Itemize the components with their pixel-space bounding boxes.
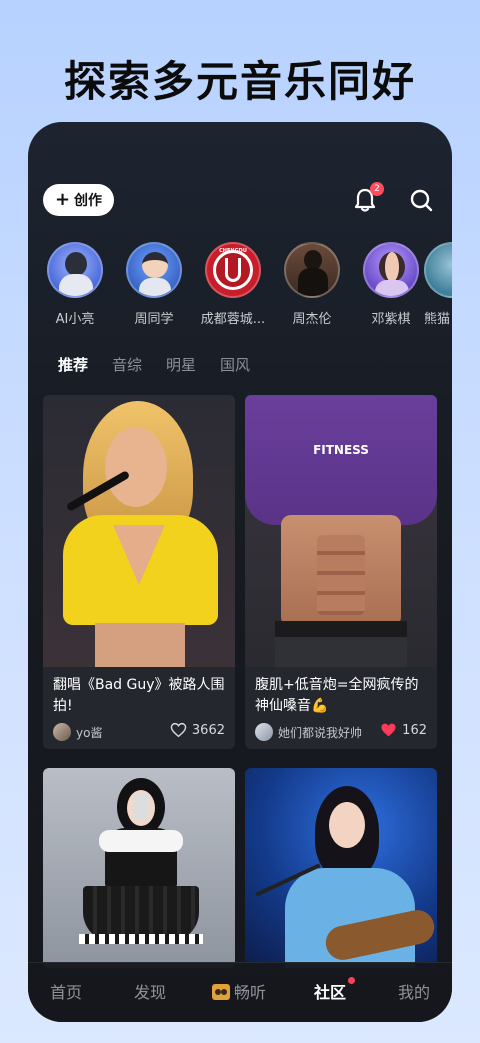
search-icon: [410, 189, 433, 212]
nav-mine[interactable]: 我的: [398, 979, 430, 1003]
tab-variety[interactable]: 音综: [112, 354, 142, 378]
nav-home[interactable]: 首页: [50, 979, 82, 1003]
post-title: 腹肌+低音炮=全网疯传的神仙嗓音💪: [255, 677, 419, 714]
avatar-item[interactable]: 邓紫棋: [351, 242, 431, 327]
bottom-nav: 首页 发现 畅听 社区 我的: [28, 962, 452, 1022]
avatar: [363, 242, 419, 298]
tab-recommend[interactable]: 推荐: [58, 354, 88, 378]
author-name: 她们都说我好帅: [278, 725, 363, 740]
avatar: [47, 242, 103, 298]
avatar-label: 熊猫: [424, 312, 451, 327]
post-card[interactable]: [245, 768, 437, 968]
post-card[interactable]: [43, 768, 235, 968]
avatar: [284, 242, 340, 298]
author-name: yo酱: [76, 725, 103, 740]
search-button[interactable]: [408, 186, 434, 214]
avatar-item[interactable]: 熊猫: [424, 242, 452, 327]
like-count: 3662: [191, 722, 225, 738]
avatar-label: AI小亮: [55, 312, 95, 327]
heart-outline-icon: [170, 722, 187, 738]
post-author[interactable]: yo酱: [53, 723, 102, 741]
author-avatar: [255, 723, 273, 741]
create-button[interactable]: + 创作: [43, 184, 114, 216]
logo-text: CHENGDU: [219, 248, 247, 254]
like-button[interactable]: 3662: [170, 722, 225, 738]
create-label: 创作: [74, 193, 103, 209]
top-bar: + 创作 2: [43, 182, 434, 216]
plus-icon: +: [54, 189, 71, 210]
notification-bell-icon[interactable]: 2: [352, 182, 384, 214]
tab-celebrity[interactable]: 明星: [166, 354, 196, 378]
avatar: [126, 242, 182, 298]
author-avatar: [53, 723, 71, 741]
community-dot: [348, 977, 355, 984]
post-meta: 她们都说我好帅 162: [245, 717, 437, 749]
phone-screen: + 创作 2 AI小亮 周同学 CHENGDU 成都蓉城... 周杰伦 邓紫棋 …: [28, 122, 452, 1022]
post-card[interactable]: 翻唱《Bad Guy》被路人围拍! yo酱 3662: [43, 395, 235, 749]
headline: 探索多元音乐同好: [63, 57, 416, 106]
post-meta: yo酱 3662: [43, 717, 235, 749]
post-image: FITNESS: [245, 395, 437, 667]
avatar-label: 周同学: [134, 312, 174, 327]
nav-listen-label: 畅听: [234, 983, 267, 1002]
like-count: 162: [402, 722, 427, 738]
post-title: 翻唱《Bad Guy》被路人围拍!: [53, 677, 225, 714]
avatar: [424, 242, 452, 298]
category-tabs: 推荐 音综 明星 国风: [58, 354, 250, 378]
post-card[interactable]: FITNESS 腹肌+低音炮=全网疯传的神仙嗓音💪 她们都说我好帅 162: [245, 395, 437, 749]
notification-badge: 2: [370, 182, 384, 196]
avatar: CHENGDU: [205, 242, 261, 298]
heart-filled-icon: [381, 723, 396, 737]
avatar-item[interactable]: 周同学: [114, 242, 194, 327]
tab-guofeng[interactable]: 国风: [220, 354, 250, 378]
avatar-label: 邓紫棋: [371, 312, 411, 327]
post-image: [43, 395, 235, 667]
avatar-row: AI小亮 周同学 CHENGDU 成都蓉城... 周杰伦 邓紫棋 熊猫: [28, 242, 452, 332]
like-button[interactable]: 162: [380, 722, 427, 738]
listen-icon: [212, 984, 230, 1000]
nav-listen[interactable]: 畅听: [212, 979, 266, 1003]
post-image: [245, 768, 437, 968]
nav-discover[interactable]: 发现: [134, 979, 166, 1003]
nav-community[interactable]: 社区: [314, 979, 346, 1003]
avatar-item[interactable]: 周杰伦: [272, 242, 352, 327]
shirt-text: FITNESS: [313, 443, 369, 457]
post-image: [43, 768, 235, 968]
avatar-item[interactable]: AI小亮: [35, 242, 115, 327]
avatar-label: 周杰伦: [292, 312, 332, 327]
post-author[interactable]: 她们都说我好帅: [255, 723, 362, 741]
avatar-item[interactable]: CHENGDU 成都蓉城...: [193, 242, 273, 327]
avatar-label: 成都蓉城...: [200, 312, 266, 327]
